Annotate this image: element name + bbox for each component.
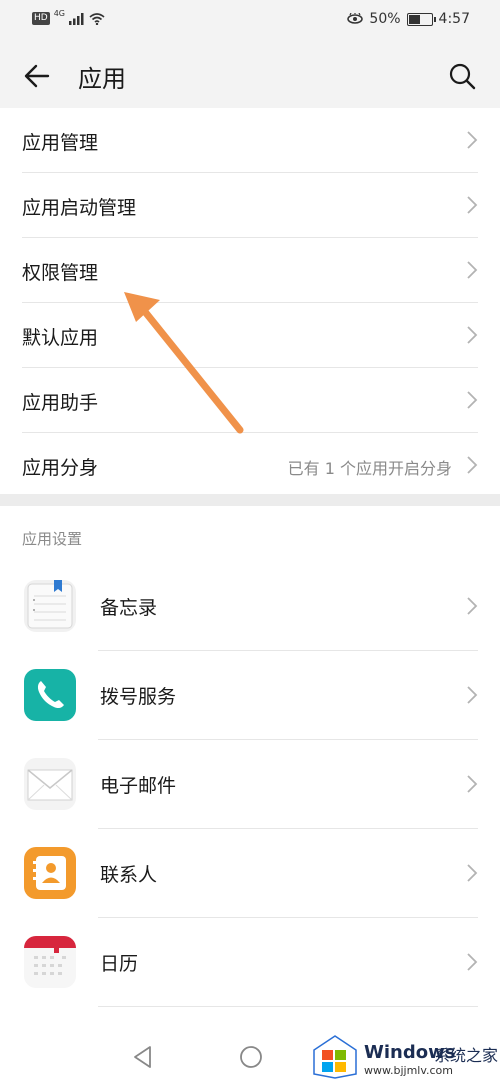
wifi-icon [89, 12, 105, 25]
page-title: 应用 [78, 65, 126, 93]
app-item-memo[interactable]: 备忘录 [0, 562, 500, 651]
menu-item-app-management[interactable]: 应用管理 [22, 108, 478, 173]
status-time: 4:57 [438, 11, 470, 27]
windows-logo-icon [313, 1035, 357, 1079]
menu-item-startup-management[interactable]: 应用启动管理 [22, 173, 478, 238]
app-item-label: 电子邮件 [100, 775, 177, 797]
chevron-right-icon [467, 261, 478, 279]
search-icon[interactable] [446, 60, 478, 92]
chevron-right-icon [467, 775, 478, 793]
menu-item-app-twin[interactable]: 应用分身 已有 1 个应用开启分身 [22, 433, 478, 499]
phone-icon [24, 669, 76, 721]
menu-item-label: 默认应用 [22, 327, 99, 349]
app-item-dialer[interactable]: 拨号服务 [0, 651, 500, 740]
app-item-contacts[interactable]: 联系人 [0, 829, 500, 918]
battery-icon [406, 12, 436, 26]
menu-item-permission-management[interactable]: 权限管理 [22, 238, 478, 303]
section-title: 应用设置 [22, 530, 83, 548]
watermark-suffix: 系统之家 [434, 1046, 499, 1065]
divider [98, 1006, 478, 1007]
menu-item-label: 应用分身 [22, 457, 99, 479]
status-left: HD 4G [32, 9, 105, 25]
chevron-right-icon [467, 326, 478, 344]
watermark: Windows 系统之家 www.bjjmlv.com [306, 1030, 500, 1084]
menu-item-label: 应用启动管理 [22, 197, 137, 219]
menu-item-value: 已有 1 个应用开启分身 [287, 459, 452, 478]
status-bar: HD 4G 50% 4:57 [0, 0, 500, 42]
network-label: 4G [53, 9, 65, 18]
chevron-right-icon [467, 864, 478, 882]
nav-back-icon[interactable] [130, 1044, 156, 1070]
signal-icon [69, 12, 84, 25]
app-item-label: 联系人 [100, 864, 158, 886]
chevron-right-icon [467, 131, 478, 149]
app-item-email[interactable]: 电子邮件 [0, 740, 500, 829]
menu-item-label: 权限管理 [22, 262, 99, 284]
chevron-right-icon [467, 686, 478, 704]
app-item-label: 拨号服务 [100, 686, 177, 708]
section-divider [0, 494, 500, 506]
mail-icon [24, 758, 76, 810]
eye-comfort-icon [347, 13, 364, 24]
app-item-calendar[interactable]: 日历 [0, 918, 500, 1007]
battery-level [408, 14, 420, 24]
menu-item-default-apps[interactable]: 默认应用 [22, 303, 478, 368]
chevron-right-icon [467, 391, 478, 409]
app-item-label: 日历 [100, 953, 139, 975]
contacts-icon [24, 847, 76, 899]
chevron-right-icon [467, 597, 478, 615]
watermark-url: www.bjjmlv.com [364, 1064, 453, 1077]
calendar-icon [24, 936, 76, 988]
status-right: 50% 4:57 [347, 11, 470, 27]
chevron-right-icon [467, 456, 478, 474]
menu-item-label: 应用管理 [22, 132, 99, 154]
battery-percent: 50% [369, 11, 401, 27]
app-item-label: 备忘录 [100, 597, 158, 619]
chevron-right-icon [467, 196, 478, 214]
menu-item-label: 应用助手 [22, 392, 99, 414]
back-arrow-icon[interactable] [22, 60, 54, 92]
chevron-right-icon [467, 953, 478, 971]
nav-home-icon[interactable] [238, 1044, 264, 1070]
hd-badge: HD [32, 12, 50, 25]
menu-item-app-assistant[interactable]: 应用助手 [22, 368, 478, 433]
app-header: 应用 [0, 42, 500, 108]
app-menu-list: 应用管理 应用启动管理 权限管理 默认应用 应用助手 应用分身 已有 1 个应用… [0, 108, 500, 499]
notepad-icon [24, 580, 76, 632]
app-settings-list: 备忘录 拨号服务 电子邮件 联系人 日历 [0, 562, 500, 1007]
